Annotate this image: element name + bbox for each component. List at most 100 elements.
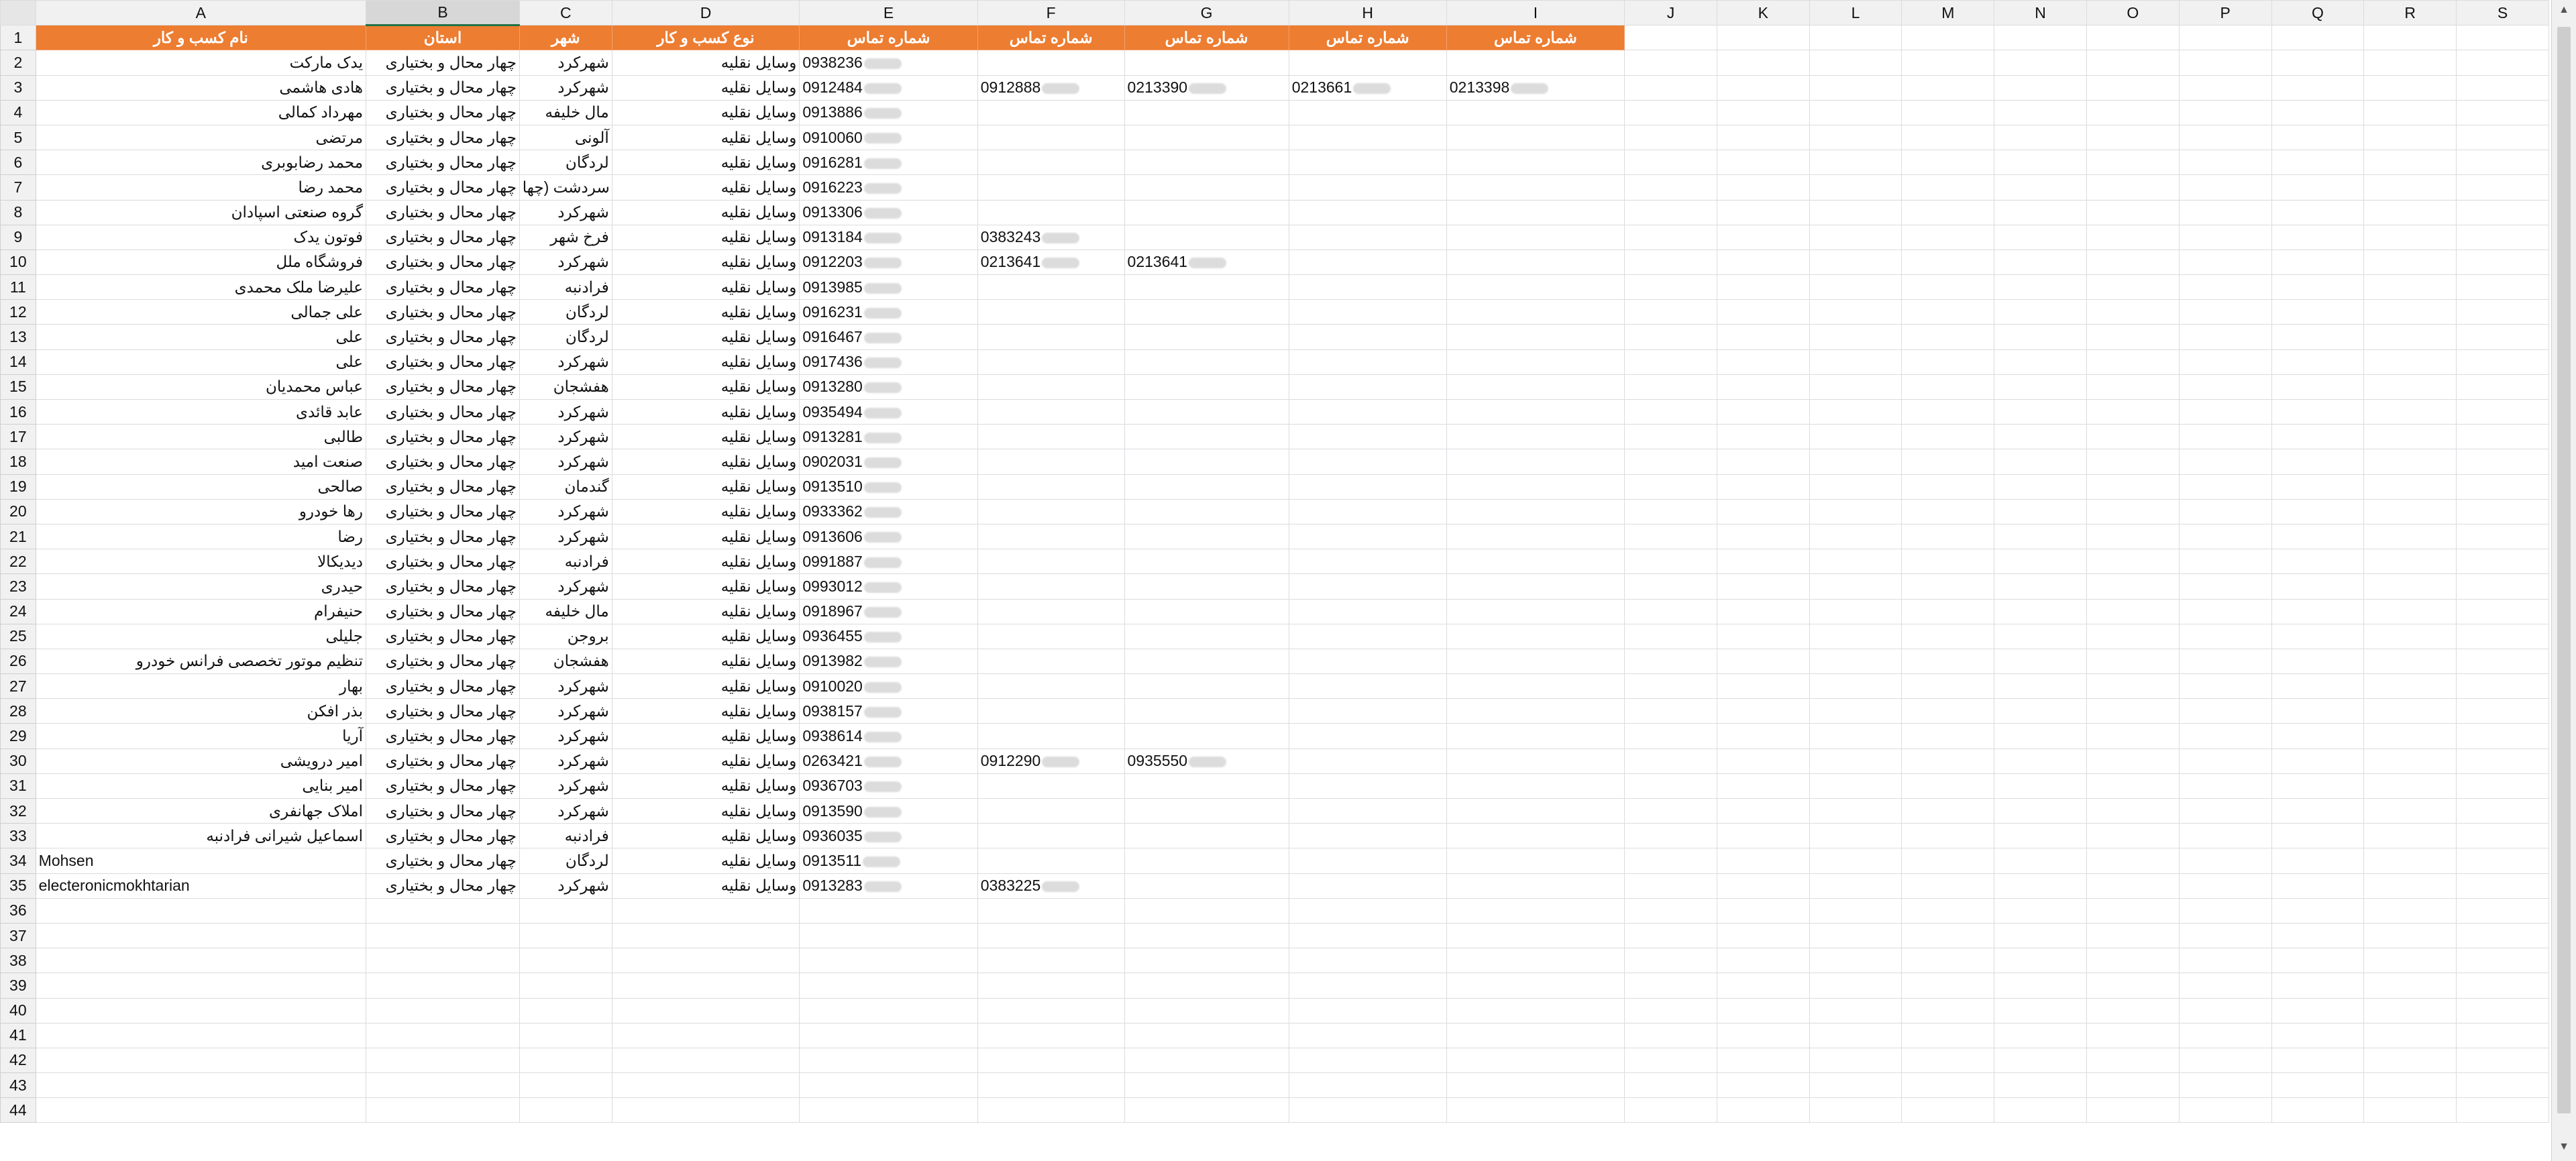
empty-cell[interactable] bbox=[35, 973, 367, 999]
cell-i[interactable] bbox=[1446, 797, 1625, 824]
empty-cell[interactable] bbox=[1716, 673, 1810, 700]
column-header-q[interactable]: Q bbox=[2271, 0, 2365, 26]
cell-i[interactable] bbox=[1446, 598, 1625, 624]
cell-f[interactable]: 0213641 bbox=[977, 249, 1125, 276]
empty-cell[interactable] bbox=[1624, 573, 1717, 600]
empty-cell[interactable] bbox=[2086, 598, 2180, 624]
empty-cell[interactable] bbox=[2086, 374, 2180, 400]
row-header[interactable]: 35 bbox=[0, 873, 36, 899]
header-cell-h[interactable]: شماره تماس bbox=[1288, 25, 1447, 51]
row-header[interactable]: 44 bbox=[0, 1097, 36, 1123]
empty-cell[interactable] bbox=[35, 1072, 367, 1099]
empty-cell[interactable] bbox=[1994, 673, 2087, 700]
empty-cell[interactable] bbox=[1994, 797, 2087, 824]
empty-cell[interactable] bbox=[1994, 823, 2087, 849]
empty-cell[interactable] bbox=[2456, 773, 2549, 799]
cell-e[interactable]: 0910020 bbox=[799, 673, 978, 700]
cell-b[interactable]: چهار محال و بختیاری bbox=[366, 498, 520, 524]
empty-cell[interactable] bbox=[2456, 823, 2549, 849]
row-header[interactable]: 9 bbox=[0, 224, 36, 250]
empty-cell[interactable] bbox=[1624, 648, 1717, 675]
row-header[interactable]: 17 bbox=[0, 424, 36, 450]
empty-cell[interactable] bbox=[2178, 449, 2272, 475]
cell-d[interactable]: وسایل نقلیه bbox=[611, 698, 800, 724]
cell-h[interactable] bbox=[1288, 474, 1447, 500]
column-header-d[interactable]: D bbox=[611, 0, 800, 26]
empty-cell[interactable] bbox=[1716, 124, 1810, 151]
cell-f[interactable]: 0912888 bbox=[977, 74, 1125, 101]
cell-e[interactable]: 0913985 bbox=[799, 274, 978, 300]
cell-d[interactable]: وسایل نقلیه bbox=[611, 374, 800, 400]
cell-g[interactable] bbox=[1124, 50, 1289, 76]
row-header[interactable]: 8 bbox=[0, 199, 36, 225]
cell-i[interactable] bbox=[1446, 573, 1625, 600]
empty-cell[interactable] bbox=[2178, 648, 2272, 675]
cell-i[interactable] bbox=[1446, 873, 1625, 899]
empty-cell[interactable] bbox=[1124, 1072, 1289, 1099]
empty-cell[interactable] bbox=[1901, 948, 1995, 974]
empty-cell[interactable] bbox=[1716, 274, 1810, 300]
empty-cell[interactable] bbox=[366, 973, 520, 999]
column-header-m[interactable]: M bbox=[1901, 0, 1995, 26]
row-header[interactable]: 23 bbox=[0, 573, 36, 600]
cell-a[interactable]: محمد رضابوبری bbox=[35, 150, 367, 176]
empty-cell[interactable] bbox=[2456, 174, 2549, 201]
cell-f[interactable] bbox=[977, 648, 1125, 675]
cell-f[interactable] bbox=[977, 99, 1125, 125]
cell-c[interactable]: گندمان bbox=[519, 474, 612, 500]
cell-b[interactable]: چهار محال و بختیاری bbox=[366, 249, 520, 276]
empty-cell[interactable] bbox=[1624, 1022, 1717, 1048]
empty-cell[interactable] bbox=[2363, 398, 2457, 425]
empty-cell[interactable] bbox=[2363, 50, 2457, 76]
empty-cell[interactable] bbox=[1809, 299, 1902, 325]
empty-cell[interactable] bbox=[1624, 948, 1717, 974]
cell-e[interactable]: 0916467 bbox=[799, 324, 978, 350]
empty-cell[interactable] bbox=[1624, 773, 1717, 799]
cell-e[interactable]: 0938157 bbox=[799, 698, 978, 724]
column-header-a[interactable]: A bbox=[35, 0, 367, 26]
empty-cell[interactable] bbox=[2178, 224, 2272, 250]
empty-cell[interactable] bbox=[2456, 299, 2549, 325]
empty-cell[interactable] bbox=[1809, 1072, 1902, 1099]
empty-cell[interactable] bbox=[366, 1097, 520, 1123]
cell-i[interactable] bbox=[1446, 249, 1625, 276]
empty-cell[interactable] bbox=[519, 922, 612, 949]
cell-g[interactable] bbox=[1124, 698, 1289, 724]
cell-a[interactable]: Mohsen bbox=[35, 848, 367, 874]
cell-f[interactable] bbox=[977, 374, 1125, 400]
cell-f[interactable] bbox=[977, 50, 1125, 76]
empty-cell[interactable] bbox=[1624, 224, 1717, 250]
empty-cell[interactable] bbox=[2363, 723, 2457, 749]
empty-cell[interactable] bbox=[2363, 823, 2457, 849]
empty-cell[interactable] bbox=[2086, 224, 2180, 250]
empty-cell[interactable] bbox=[2086, 723, 2180, 749]
cell-e[interactable]: 0933362 bbox=[799, 498, 978, 524]
empty-cell[interactable] bbox=[2178, 823, 2272, 849]
empty-cell[interactable] bbox=[1624, 398, 1717, 425]
row-header[interactable]: 18 bbox=[0, 449, 36, 475]
cell-i[interactable] bbox=[1446, 748, 1625, 774]
empty-cell[interactable] bbox=[2363, 698, 2457, 724]
empty-cell[interactable] bbox=[2456, 424, 2549, 450]
empty-cell[interactable] bbox=[1446, 897, 1625, 924]
cell-f[interactable] bbox=[977, 723, 1125, 749]
empty-cell[interactable] bbox=[2086, 50, 2180, 76]
empty-cell[interactable] bbox=[1901, 124, 1995, 151]
empty-cell[interactable] bbox=[1446, 1022, 1625, 1048]
cell-c[interactable]: شهرکرد bbox=[519, 424, 612, 450]
cell-b[interactable]: چهار محال و بختیاری bbox=[366, 573, 520, 600]
cell-f[interactable]: 0383243 bbox=[977, 224, 1125, 250]
cell-i[interactable] bbox=[1446, 773, 1625, 799]
cell-h[interactable] bbox=[1288, 224, 1447, 250]
empty-cell[interactable] bbox=[2363, 1097, 2457, 1123]
empty-cell[interactable] bbox=[2271, 274, 2365, 300]
empty-cell[interactable] bbox=[1809, 124, 1902, 151]
empty-cell[interactable] bbox=[2178, 25, 2272, 51]
column-header-j[interactable]: J bbox=[1624, 0, 1717, 26]
empty-cell[interactable] bbox=[2178, 1097, 2272, 1123]
empty-cell[interactable] bbox=[2086, 249, 2180, 276]
cell-c[interactable]: شهرکرد bbox=[519, 573, 612, 600]
row-header[interactable]: 21 bbox=[0, 523, 36, 550]
empty-cell[interactable] bbox=[1994, 873, 2087, 899]
cell-g[interactable] bbox=[1124, 124, 1289, 151]
